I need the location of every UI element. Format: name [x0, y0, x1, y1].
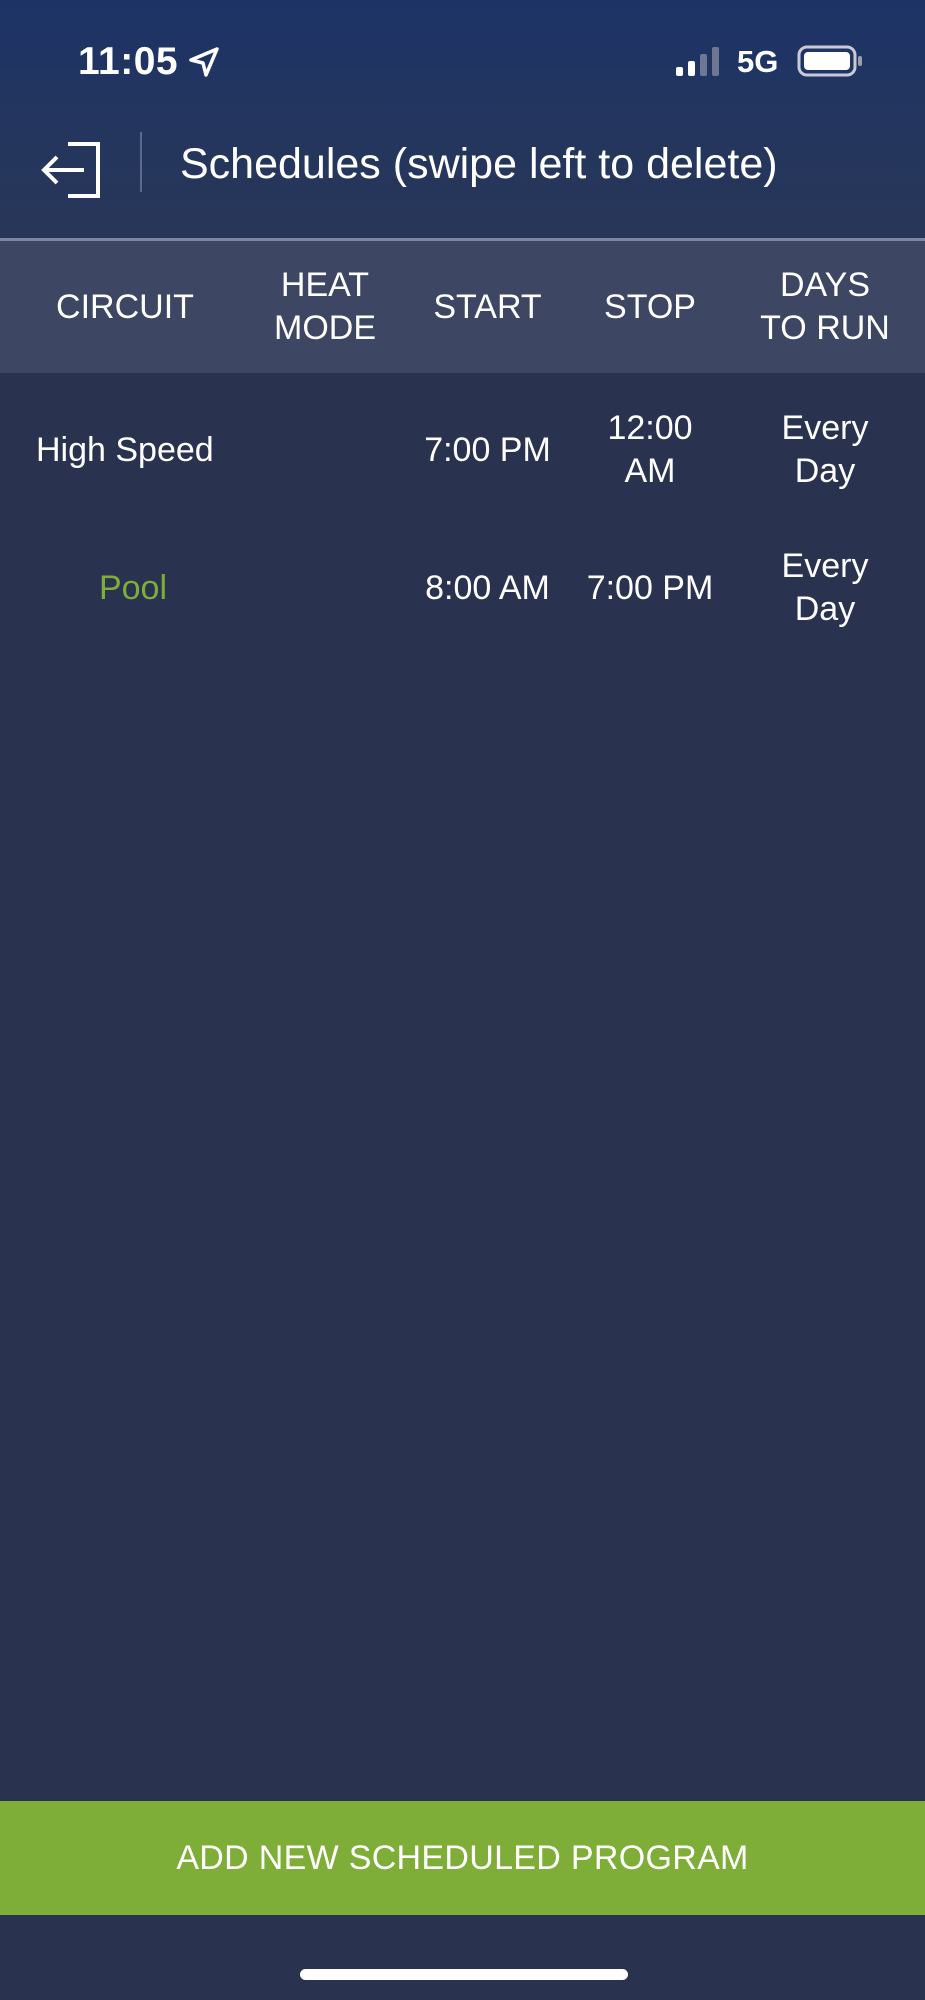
column-header-heat-mode: HEAT MODE	[274, 266, 376, 347]
schedule-row[interactable]: Pool 8:00 AM 7:00 PM Every Day	[0, 519, 925, 657]
table-header: CIRCUIT HEAT MODE START STOP DAYS TO RUN	[0, 241, 925, 373]
column-header-start: START	[433, 287, 542, 326]
schedule-start-time: 7:00 PM	[424, 430, 551, 469]
status-time: 11:05	[78, 40, 179, 83]
network-type: 5G	[737, 44, 779, 79]
schedule-days-to-run: Every Day	[781, 409, 869, 490]
nav-divider	[140, 132, 142, 192]
schedule-stop-time: 7:00 PM	[586, 568, 714, 607]
schedule-stop-time: 12:00 AM	[607, 409, 693, 490]
column-header-circuit: CIRCUIT	[56, 287, 194, 326]
cellular-signal-icon	[674, 46, 724, 78]
battery-icon	[797, 45, 863, 77]
location-arrow-icon	[186, 44, 222, 80]
page-title: Schedules (swipe left to delete)	[180, 140, 778, 188]
status-bar: 11:05 5G	[0, 0, 925, 120]
schedule-heat-mode	[250, 381, 400, 519]
add-new-scheduled-program-button[interactable]: ADD NEW SCHEDULED PROGRAM	[0, 1801, 925, 1915]
column-header-days-to-run: DAYS TO RUN	[760, 266, 890, 347]
schedule-circuit: High Speed	[36, 430, 214, 469]
schedule-row[interactable]: High Speed 7:00 PM 12:00 AM Every Day	[0, 381, 925, 519]
navigation-bar: Schedules (swipe left to delete)	[0, 120, 925, 238]
schedule-heat-mode	[250, 519, 400, 657]
column-header-stop: STOP	[604, 287, 696, 326]
back-button[interactable]	[32, 128, 112, 208]
schedule-start-time: 8:00 AM	[425, 568, 550, 607]
home-indicator[interactable]	[300, 1969, 628, 1980]
schedule-days-to-run: Every Day	[781, 547, 869, 628]
schedule-circuit: Pool	[98, 568, 168, 607]
